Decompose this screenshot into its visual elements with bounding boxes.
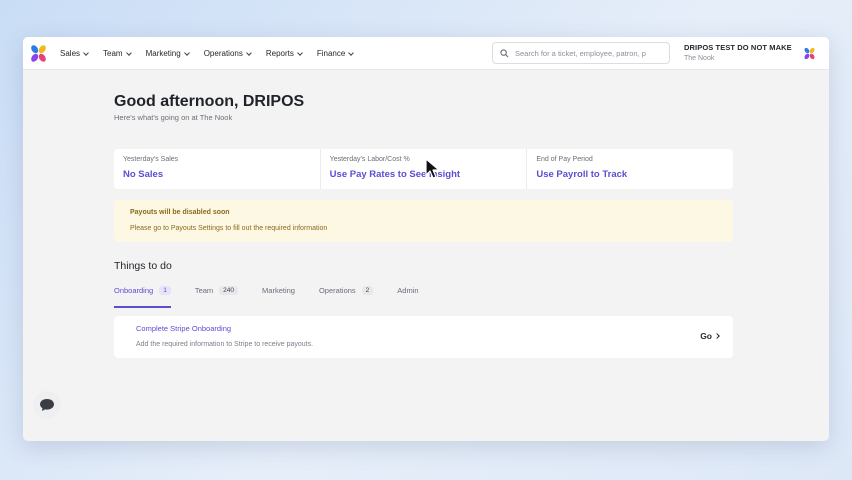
chevron-right-icon [714, 333, 720, 339]
nav-operations-label: Operations [203, 49, 243, 58]
nav-finance-label: Finance [316, 49, 346, 58]
tab-count-badge: 240 [219, 286, 239, 295]
stat-pay-period: End of Pay Period Use Payroll to Track [527, 149, 733, 189]
todo-heading: Things to do [114, 260, 172, 272]
page-subtitle: Here's what's going on at The Nook [114, 113, 233, 122]
stat-label: End of Pay Period [536, 156, 593, 163]
tab-label: Admin [397, 286, 419, 295]
tab-marketing[interactable]: Marketing [262, 286, 295, 308]
stat-value-link[interactable]: Use Payroll to Track [536, 169, 733, 180]
stat-labor-cost: Yesterday's Labor/Cost % Use Pay Rates t… [321, 149, 528, 189]
nav-sales-label: Sales [60, 49, 81, 58]
main-nav: Sales Team Marketing Operations Reports … [60, 37, 368, 70]
tab-admin[interactable]: Admin [397, 286, 418, 308]
search-box [492, 42, 670, 64]
greeting-section: Good afternoon, DRIPOS Here's what's goi… [114, 93, 734, 122]
stat-label: Yesterday's Labor/Cost % [329, 156, 410, 163]
account-name: DRIPOS TEST DO NOT MAKE [684, 43, 792, 52]
tab-label: Operations [318, 286, 356, 295]
tab-count-badge: 1 [159, 286, 171, 295]
nav-team-label: Team [103, 49, 123, 58]
alert-title: Payouts will be disabled soon [130, 209, 230, 216]
search-icon [500, 48, 509, 57]
tab-label: Onboarding [114, 286, 154, 295]
nav-marketing[interactable]: Marketing [145, 49, 190, 58]
go-label: Go [700, 331, 712, 341]
top-navigation-bar: Sales Team Marketing Operations Reports … [23, 37, 829, 70]
page-title: Good afternoon, DRIPOS [114, 93, 305, 110]
chevron-down-icon [297, 49, 303, 56]
alert-body: Please go to Payouts Settings to fill ou… [130, 225, 328, 232]
dripos-logo-icon[interactable] [29, 44, 48, 63]
chat-button[interactable] [33, 391, 61, 419]
stat-label: Yesterday's Sales [123, 156, 179, 163]
go-button[interactable]: Go [700, 331, 720, 341]
task-description: Add the required information to Stripe t… [136, 341, 314, 348]
chevron-down-icon [83, 49, 89, 56]
account-location: The Nook [684, 55, 715, 62]
nav-finance[interactable]: Finance [316, 49, 355, 58]
task-card: Complete Stripe Onboarding Add the requi… [114, 316, 733, 358]
nav-sales[interactable]: Sales [60, 49, 89, 58]
stats-card: Yesterday's Sales No Sales Yesterday's L… [114, 149, 733, 189]
chevron-down-icon [125, 49, 132, 56]
task-title-link[interactable]: Complete Stripe Onboarding [136, 324, 733, 333]
chevron-down-icon [183, 49, 190, 56]
account-switcher[interactable]: DRIPOS TEST DO NOT MAKE The Nook [684, 43, 792, 62]
payouts-alert: Payouts will be disabled soon Please go … [114, 200, 733, 242]
nav-reports-label: Reports [265, 49, 294, 58]
stat-yesterday-sales: Yesterday's Sales No Sales [114, 149, 321, 189]
chat-bubble-icon [40, 399, 54, 411]
tab-label: Team [194, 286, 214, 295]
stat-value-link[interactable]: No Sales [123, 169, 320, 180]
chevron-down-icon [348, 49, 355, 56]
todo-tabs: Onboarding 1 Team 240 Marketing Operatio… [114, 286, 733, 308]
nav-marketing-label: Marketing [145, 49, 181, 58]
tab-operations[interactable]: Operations 2 [318, 286, 374, 308]
tab-team[interactable]: Team 240 [194, 286, 239, 308]
nav-operations[interactable]: Operations [203, 49, 252, 58]
account-logo-icon[interactable] [803, 47, 816, 60]
app-window: Sales Team Marketing Operations Reports … [23, 37, 829, 441]
tab-count-badge: 2 [361, 286, 374, 295]
nav-team[interactable]: Team [103, 49, 132, 58]
search-input[interactable] [515, 48, 665, 58]
tab-label: Marketing [262, 286, 295, 295]
nav-reports[interactable]: Reports [265, 49, 303, 58]
stat-value-link[interactable]: Use Pay Rates to See Insight [330, 169, 527, 180]
tab-onboarding[interactable]: Onboarding 1 [114, 286, 171, 308]
chevron-down-icon [246, 49, 252, 56]
